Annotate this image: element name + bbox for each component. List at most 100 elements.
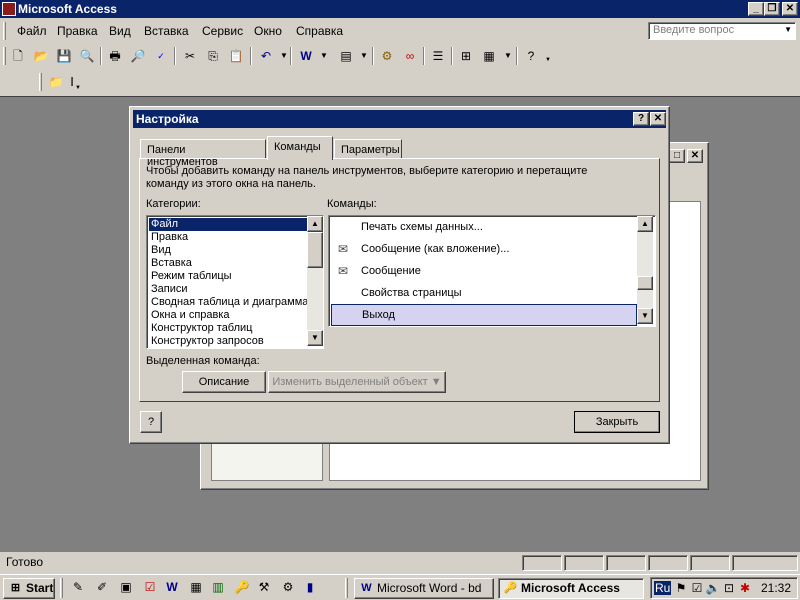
save-icon[interactable]: 💾 <box>56 48 72 64</box>
new-icon[interactable]: 🗋 <box>10 48 26 64</box>
menu-tools[interactable]: Сервис <box>202 24 243 38</box>
word-icon[interactable]: W <box>164 579 180 595</box>
menu-help[interactable]: Справка <box>296 24 343 38</box>
help-icon[interactable]: ? <box>140 411 162 433</box>
modify-selection-button[interactable]: Изменить выделенный объект ▼ <box>268 371 446 393</box>
volume-icon[interactable]: 🔈 <box>705 580 721 596</box>
chevron-down-icon[interactable]: ▼ <box>356 48 372 64</box>
category-item[interactable]: Конструктор таблиц <box>149 322 252 335</box>
category-item[interactable]: Сводная таблица и диаграмма <box>149 296 308 309</box>
excel-icon[interactable]: ▦ <box>188 579 204 595</box>
status-panel <box>648 555 688 571</box>
menu-window[interactable]: Окно <box>254 24 282 38</box>
command-item[interactable]: Свойства страницы <box>331 282 637 304</box>
commands-listbox[interactable]: Печать схемы данных... ✉ Сообщение (как … <box>328 215 656 327</box>
close-dialog-button[interactable]: Закрыть <box>574 411 660 433</box>
close-button[interactable]: ✕ <box>687 149 703 163</box>
minimize-button[interactable]: _ <box>748 2 764 16</box>
category-item[interactable]: Вид <box>149 244 171 257</box>
category-item[interactable]: Правка <box>149 231 188 244</box>
description-button[interactable]: Описание <box>182 371 266 393</box>
spelling-icon[interactable]: ✓ <box>153 48 169 64</box>
tab-options[interactable]: Параметры <box>334 139 402 159</box>
folder-icon[interactable]: 📁 <box>48 74 64 90</box>
print-preview-icon[interactable]: 🔎 <box>130 48 146 64</box>
scroll-thumb[interactable] <box>307 232 323 268</box>
access-icon[interactable]: 🔑 <box>234 579 250 595</box>
tab-toolbars[interactable]: Панели инструментов <box>140 139 266 168</box>
command-item[interactable]: ✉ Сообщение <box>331 260 637 282</box>
restore-button[interactable]: ❐ <box>764 2 780 16</box>
close-icon[interactable]: ✕ <box>650 112 666 126</box>
analyze-icon[interactable]: ▤ <box>338 48 354 64</box>
utility-icon[interactable]: ⚒ <box>256 579 272 595</box>
category-item[interactable]: Окна и справка <box>149 309 230 322</box>
categories-listbox[interactable]: Файл Правка Вид Вставка Режим таблицы За… <box>146 215 324 349</box>
start-button[interactable]: ⊞ Start <box>3 578 55 599</box>
chevron-down-icon[interactable]: ▼ <box>316 48 332 64</box>
scroll-up-icon[interactable]: ▲ <box>307 216 323 232</box>
categories-label: Категории: <box>146 198 201 210</box>
tool-icon[interactable]: ⚙ <box>280 579 296 595</box>
tray-app-icon[interactable]: ⊡ <box>721 580 737 596</box>
scroll-up-icon[interactable]: ▲ <box>637 216 653 232</box>
script-icon[interactable]: ∞ <box>402 48 418 64</box>
edit-icon[interactable]: ✐ <box>94 579 110 595</box>
task-word[interactable]: W Microsoft Word - bd <box>354 578 494 599</box>
antivirus-icon[interactable]: ✱ <box>737 580 753 596</box>
close-button[interactable]: ✕ <box>782 2 798 16</box>
category-item[interactable]: Конструктор запросов <box>149 335 264 348</box>
category-item[interactable]: Вставка <box>149 257 192 270</box>
cut-icon[interactable]: ✂ <box>182 48 198 64</box>
categories-scrollbar[interactable]: ▲ ▼ <box>307 216 323 346</box>
book-icon[interactable]: ▮ <box>302 579 318 595</box>
category-item[interactable]: Режим таблицы <box>149 270 232 283</box>
access-key-icon[interactable] <box>2 2 16 16</box>
relationships-icon[interactable]: ⊞ <box>458 48 474 64</box>
menu-view[interactable]: Вид <box>109 24 131 38</box>
ask-question-input[interactable]: Введите вопрос ▼ <box>648 22 796 40</box>
command-item[interactable]: ✉ Сообщение (как вложение)... <box>331 238 637 260</box>
chevron-down-icon[interactable]: ▼ <box>540 52 556 68</box>
open-icon[interactable]: 📂 <box>33 48 49 64</box>
category-item[interactable]: Записи <box>149 283 188 296</box>
commands-scrollbar[interactable]: ▲ ▼ <box>637 216 653 324</box>
help-icon[interactable]: ? <box>523 48 539 64</box>
code-icon[interactable]: ⚙ <box>379 48 395 64</box>
category-item[interactable]: Файл <box>149 218 307 231</box>
scroll-thumb[interactable] <box>637 276 653 290</box>
clock[interactable]: 21:32 <box>761 581 791 595</box>
task-access[interactable]: 🔑 Microsoft Access <box>498 578 644 599</box>
scroll-down-icon[interactable]: ▼ <box>637 308 653 324</box>
menu-insert[interactable]: Вставка <box>144 24 189 38</box>
notepad-icon[interactable]: ✎ <box>70 579 86 595</box>
checkbox-icon[interactable]: ☑ <box>689 580 705 596</box>
network-icon[interactable]: ⚑ <box>673 580 689 596</box>
checkbox-icon[interactable]: ☑ <box>142 579 158 595</box>
paste-icon[interactable]: 📋 <box>228 48 244 64</box>
command-label: Выход <box>362 309 395 321</box>
command-label: Сообщение <box>361 265 421 277</box>
maximize-button[interactable]: □ <box>669 149 685 163</box>
new-object-icon[interactable]: ▦ <box>481 48 497 64</box>
command-item-selected[interactable]: Выход <box>331 304 637 326</box>
undo-icon[interactable]: ↶ <box>258 48 274 64</box>
language-indicator[interactable]: Ru <box>654 581 672 595</box>
search-file-icon[interactable]: 🔍 <box>79 48 95 64</box>
tab-commands[interactable]: Команды <box>267 136 333 160</box>
explorer-icon[interactable]: ▣ <box>118 579 134 595</box>
command-item[interactable]: Печать схемы данных... <box>331 216 637 238</box>
chevron-down-icon[interactable]: ▼ <box>784 25 792 34</box>
print-icon[interactable]: 🖶 <box>107 48 123 64</box>
menu-edit[interactable]: Правка <box>57 24 98 38</box>
properties-icon[interactable]: ☰ <box>430 48 446 64</box>
office-links-icon[interactable]: W <box>298 48 314 64</box>
chevron-down-icon[interactable]: ▼ <box>500 48 516 64</box>
chevron-down-icon[interactable]: ▼ <box>70 80 86 96</box>
envelope-icon: ✉ <box>337 264 349 278</box>
copy-icon[interactable]: ⎘ <box>205 48 221 64</box>
help-button[interactable]: ? <box>633 112 649 126</box>
spreadsheet-icon[interactable]: ▥ <box>210 579 226 595</box>
scroll-down-icon[interactable]: ▼ <box>307 330 323 346</box>
menu-file[interactable]: Файл <box>17 24 47 38</box>
